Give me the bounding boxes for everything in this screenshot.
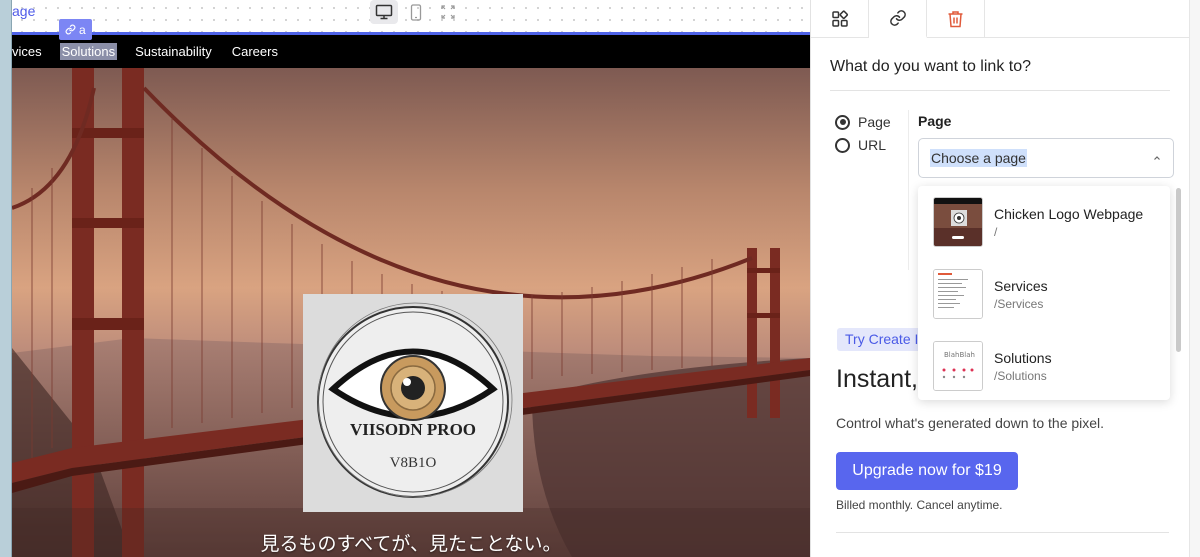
canvas-left-gutter (0, 0, 12, 557)
radio-unselected-icon (835, 137, 850, 153)
device-toolbar (370, 0, 462, 24)
desktop-view-button[interactable] (370, 0, 398, 24)
tab-delete[interactable] (927, 0, 985, 38)
link-icon (889, 10, 906, 26)
page-option-name: Chicken Logo Webpage (994, 206, 1144, 222)
upgrade-button[interactable]: Upgrade now for $19 (836, 452, 1018, 490)
logo-image[interactable]: VIISODN PROO V8B1O (303, 294, 523, 512)
mobile-icon (410, 3, 422, 21)
link-icon (65, 24, 76, 35)
page-option-path: /Services (994, 297, 1044, 311)
page-option-name: Solutions (994, 350, 1052, 366)
page-option-services[interactable]: Services /Services (918, 258, 1170, 330)
radio-url-option[interactable]: URL (835, 137, 886, 153)
element-link-tag[interactable]: a (59, 19, 92, 40)
eye-logo-graphic: VIISODN PROO V8B1O (317, 302, 513, 498)
panel-title: What do you want to link to? (830, 58, 1031, 75)
page-dropdown-menu: Chicken Logo Webpage / Services /Service… (918, 186, 1170, 400)
radio-page-option[interactable]: Page (835, 114, 891, 130)
editor-canvas[interactable]: age a vices Solutions Sustainability Car… (0, 0, 810, 557)
nav-item-careers[interactable]: Careers (222, 44, 288, 59)
link-tag-label: a (79, 22, 86, 37)
logo-subtitle-text: V8B1O (390, 455, 437, 471)
page-select[interactable]: Choose a page (918, 138, 1174, 178)
dropdown-scrollbar[interactable] (1176, 188, 1181, 352)
promo-badge: Try Create I (837, 328, 927, 351)
svg-text:BlahBlah: BlahBlah (944, 351, 975, 359)
logo-title-text: VIISODN PROO (350, 420, 476, 439)
page-select-placeholder: Choose a page (930, 149, 1027, 167)
billing-note: Billed monthly. Cancel anytime. (836, 498, 1003, 512)
promo-heading: Instant, (836, 365, 918, 393)
page-breadcrumb[interactable]: age (12, 3, 35, 19)
divider (836, 532, 1169, 533)
tab-link[interactable] (869, 0, 927, 38)
tab-components[interactable] (811, 0, 869, 38)
hero-caption[interactable]: 見るものすべてが、見たことない。 (12, 529, 810, 556)
chevron-up-icon (1154, 156, 1160, 160)
nav-item-solutions[interactable]: Solutions (59, 43, 118, 60)
fullscreen-button[interactable] (434, 0, 462, 24)
site-navbar: vices Solutions Sustainability Careers (12, 35, 810, 68)
panel-tabs (811, 0, 1190, 38)
divider (830, 90, 1170, 91)
page-thumbnail (933, 197, 983, 247)
panel-scrollbar[interactable] (1189, 0, 1200, 557)
link-settings-panel: What do you want to link to? Page URL Pa… (810, 0, 1190, 557)
radio-page-label: Page (858, 114, 891, 130)
radio-url-label: URL (858, 137, 887, 153)
page-thumbnail: BlahBlah (933, 341, 983, 391)
nav-item-sustainability[interactable]: Sustainability (125, 44, 222, 59)
page-thumbnail (933, 269, 983, 319)
nav-item-services[interactable]: vices (2, 44, 52, 59)
fullscreen-icon (441, 5, 455, 19)
radio-selected-icon (835, 114, 850, 130)
promo-description: Control what's generated down to the pix… (836, 415, 1105, 431)
components-icon (831, 10, 848, 27)
page-option-path: / (994, 225, 998, 239)
page-field-label: Page (918, 113, 952, 129)
page-option-name: Services (994, 278, 1048, 294)
mobile-view-button[interactable] (402, 0, 430, 24)
page-option-path: /Solutions (994, 369, 1047, 383)
trash-icon (948, 11, 963, 28)
page-option-home[interactable]: Chicken Logo Webpage / (918, 186, 1170, 258)
desktop-icon (375, 4, 393, 20)
hero-section[interactable]: VIISODN PROO V8B1O 見るものすべてが、見たことない。 (12, 68, 810, 557)
page-option-solutions[interactable]: BlahBlah Solutions /Solutions (918, 330, 1170, 400)
divider-vertical (908, 110, 909, 270)
